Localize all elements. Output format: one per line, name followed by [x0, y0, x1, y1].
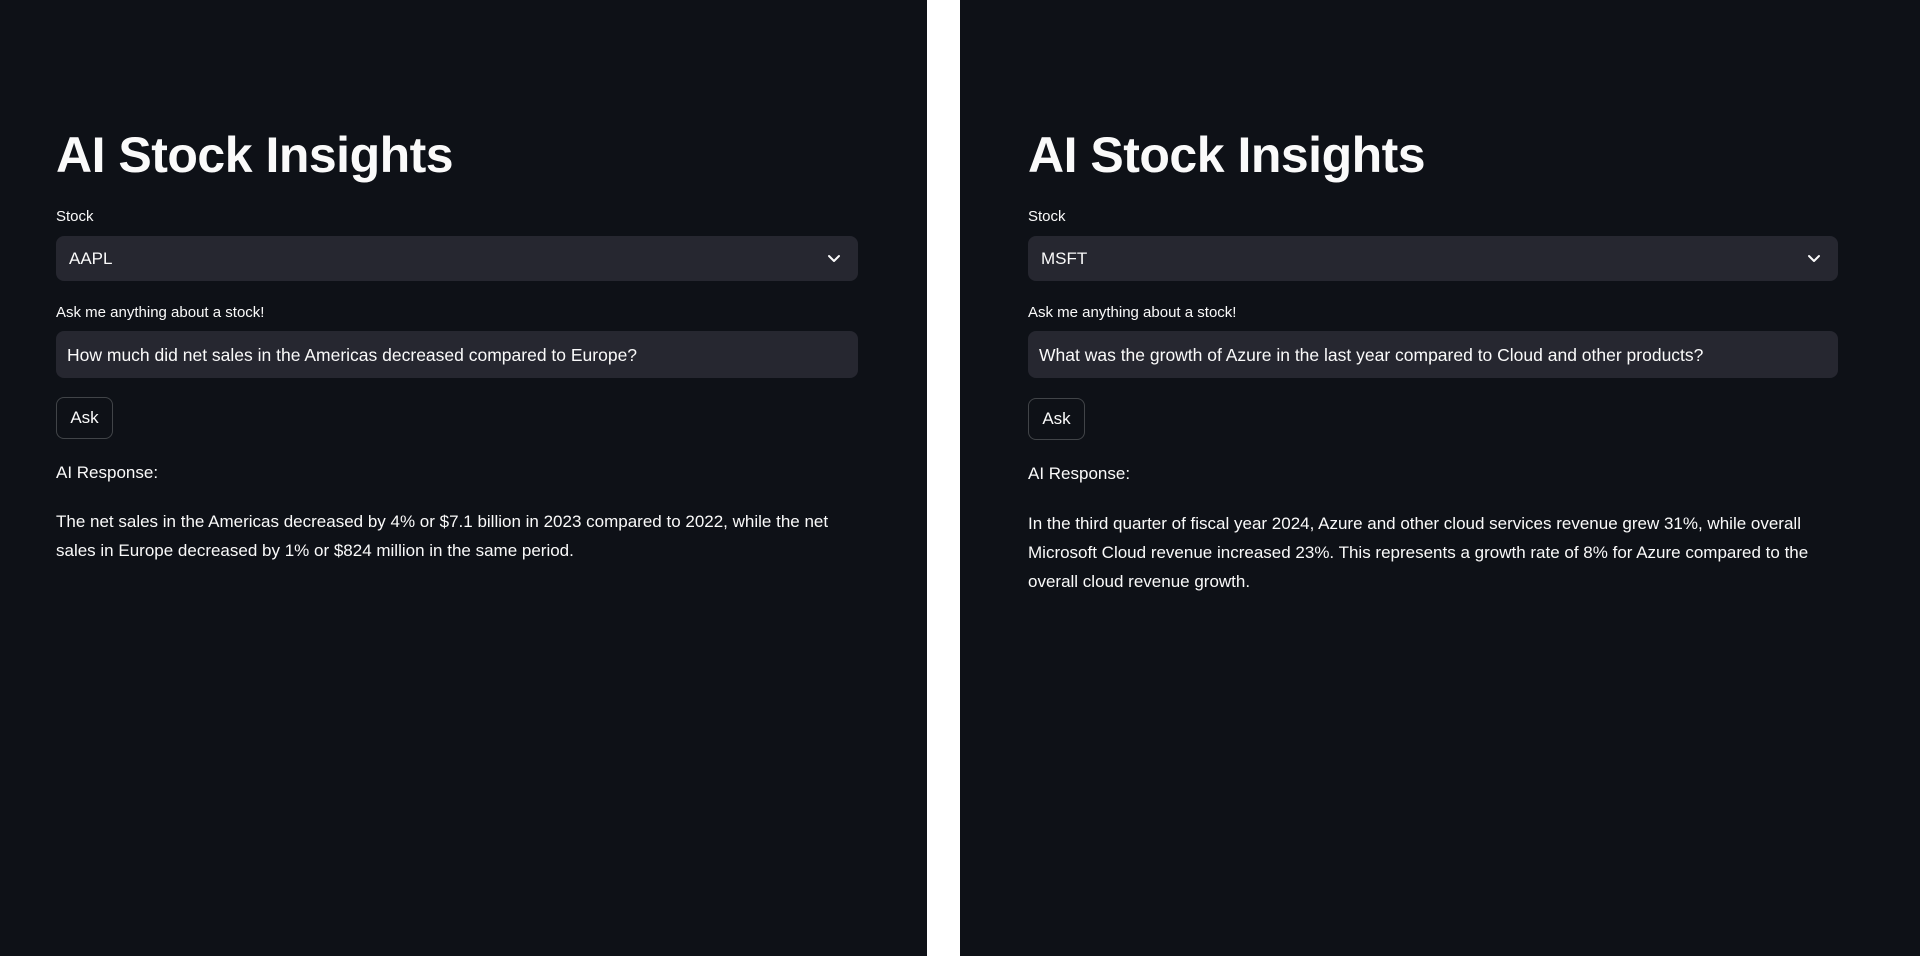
side-by-side-screens: AI Stock Insights Stock AAPL Ask me anyt…	[0, 0, 1920, 956]
stock-label: Stock	[1028, 208, 1066, 225]
question-label: Ask me anything about a stock!	[56, 304, 265, 321]
stock-label: Stock	[56, 208, 94, 225]
chevron-down-icon[interactable]	[1806, 250, 1822, 266]
stock-select-value: AAPL	[69, 249, 113, 268]
page-title: AI Stock Insights	[56, 127, 454, 183]
stock-select[interactable]: AAPL	[56, 236, 858, 281]
response-text: In the third quarter of fiscal year 2024…	[1028, 514, 1809, 591]
ask-button[interactable]: Ask	[56, 397, 113, 439]
question-label: Ask me anything about a stock!	[1028, 304, 1237, 321]
chevron-down-icon[interactable]	[826, 250, 842, 266]
question-input-value: What was the growth of Azure in the last…	[1039, 345, 1704, 365]
question-input[interactable]: How much did net sales in the Americas d…	[56, 331, 858, 378]
response-text: The net sales in the Americas decreased …	[56, 512, 829, 560]
question-input-value: How much did net sales in the Americas d…	[67, 345, 638, 365]
stock-select-value: MSFT	[1041, 249, 1088, 268]
right-app-panel: AI Stock Insights Stock MSFT Ask me anyt…	[960, 0, 1920, 956]
response-label: AI Response:	[1028, 464, 1131, 483]
left-app-panel: AI Stock Insights Stock AAPL Ask me anyt…	[0, 0, 927, 956]
page-title: AI Stock Insights	[1028, 127, 1426, 183]
stock-select[interactable]: MSFT	[1028, 236, 1838, 281]
response-label: AI Response:	[56, 463, 159, 482]
ask-button[interactable]: Ask	[1028, 398, 1085, 440]
question-input[interactable]: What was the growth of Azure in the last…	[1028, 331, 1838, 378]
